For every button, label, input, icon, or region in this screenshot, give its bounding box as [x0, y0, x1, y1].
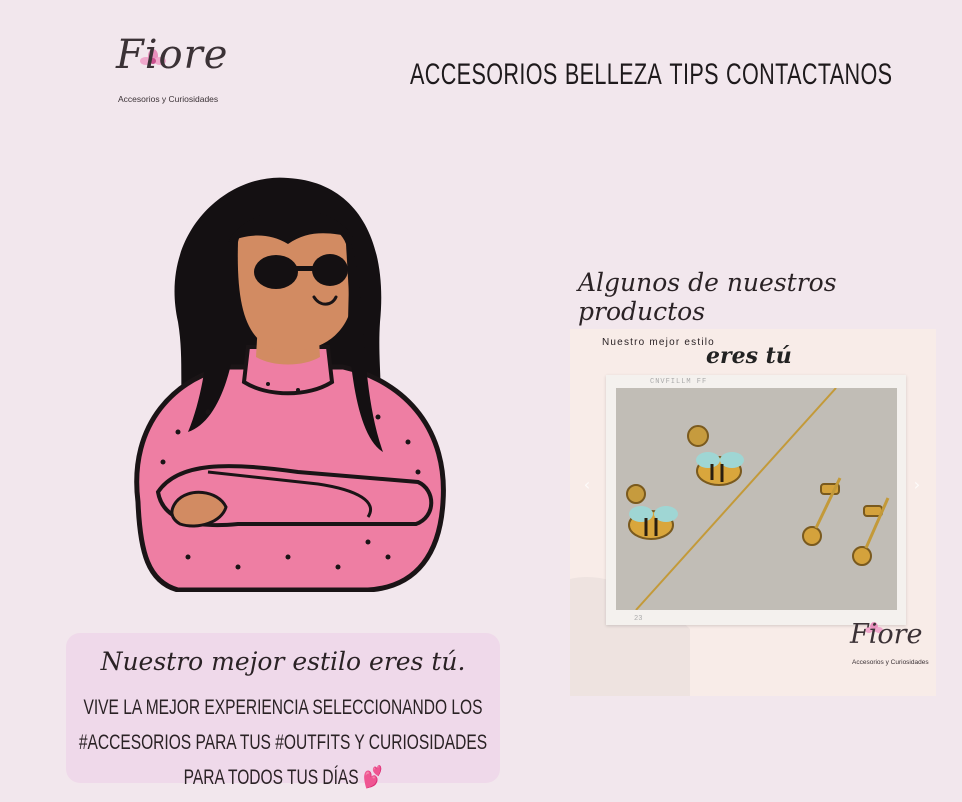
- promo-body: VIVE LA MEJOR EXPERIENCIA SELECCIONANDO …: [78, 696, 488, 789]
- film-code: CNVFILLM FF: [650, 378, 708, 386]
- heart-icon: 💕: [363, 766, 383, 789]
- card-logo: Fiore Accesorios y Curiosidades: [850, 619, 930, 679]
- promo-text: VIVE LA MEJOR EXPERIENCIA SELECCIONANDO …: [76, 690, 490, 795]
- film-number: 23: [634, 615, 643, 623]
- chevron-left-icon[interactable]: ‹: [580, 475, 594, 495]
- card-tagline: Nuestro mejor estilo: [602, 337, 715, 348]
- brand-tagline: Accesorios y Curiosidades: [118, 94, 219, 104]
- chevron-right-icon[interactable]: ›: [910, 475, 924, 495]
- card-logo-name: Fiore: [850, 619, 923, 650]
- nav-link-contactanos[interactable]: CONTACTANOS: [726, 58, 892, 92]
- card-logo-tagline: Accesorios y Curiosidades: [852, 659, 929, 666]
- brand-name: Fiore: [116, 32, 229, 78]
- brand-logo[interactable]: Fiore Accesorios y Curiosidades: [112, 28, 242, 110]
- card-headline: eres tú: [706, 343, 792, 369]
- main-nav: ACCESORIOS BELLEZA TIPS CONTACTANOS: [410, 58, 892, 92]
- promo-title: Nuestro mejor estilo eres tú.: [100, 647, 466, 676]
- products-heading: Algunos de nuestros productos: [578, 268, 837, 326]
- product-carousel[interactable]: Nuestro mejor estilo eres tú CNVFILLM FF: [570, 329, 936, 696]
- nav-link-tips[interactable]: TIPS: [669, 58, 718, 92]
- woman-illustration: [134, 177, 446, 592]
- polaroid-frame: CNVFILLM FF 23: [606, 375, 906, 625]
- promo-box: Nuestro mejor estilo eres tú. VIVE LA ME…: [66, 633, 500, 789]
- earrings-photo: [616, 388, 897, 610]
- nav-link-belleza[interactable]: BELLEZA: [565, 58, 662, 92]
- nav-link-accesorios[interactable]: ACCESORIOS: [410, 58, 558, 92]
